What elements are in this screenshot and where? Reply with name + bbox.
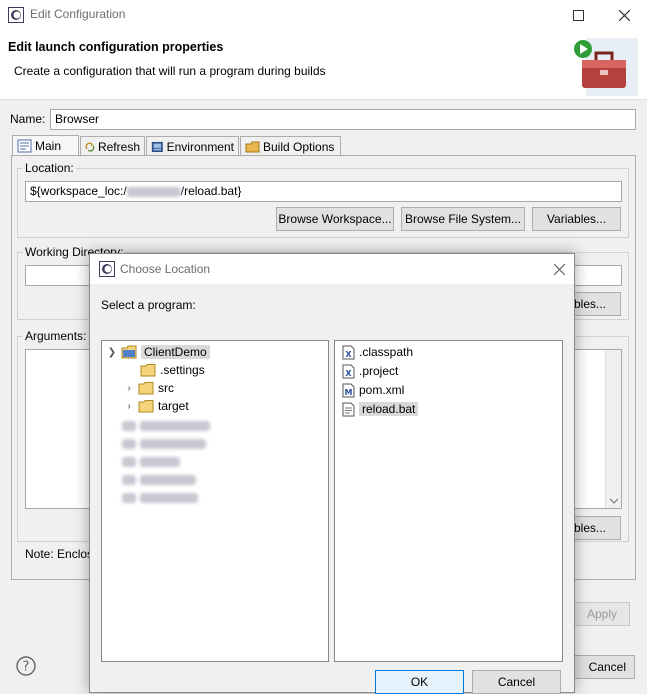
location-input[interactable]: ${workspace_loc:/ /reload.bat} bbox=[25, 181, 622, 202]
browse-file-system-button[interactable]: Browse File System... bbox=[401, 207, 525, 231]
window-titlebar: Edit Configuration bbox=[0, 0, 647, 30]
build-options-icon bbox=[245, 141, 260, 152]
file-item-label: .project bbox=[359, 364, 399, 378]
chevron-down-icon: ❯ bbox=[107, 346, 117, 358]
dialog-close-button[interactable] bbox=[550, 260, 568, 278]
name-input[interactable]: Browser bbox=[50, 109, 636, 130]
tree-item-settings[interactable]: .settings bbox=[140, 361, 205, 379]
redacted-tree-item bbox=[122, 417, 210, 435]
file-item-label: reload.bat bbox=[359, 402, 419, 416]
file-item-classpath[interactable]: X .classpath bbox=[342, 343, 413, 361]
tab-refresh[interactable]: Refresh bbox=[80, 136, 145, 156]
bat-file-icon bbox=[342, 402, 355, 416]
location-prefix: ${workspace_loc:/ bbox=[30, 184, 127, 198]
dialog-title: Choose Location bbox=[120, 262, 211, 276]
cancel-button[interactable]: Cancel bbox=[472, 670, 561, 694]
tree-item-src[interactable]: › src bbox=[124, 379, 174, 397]
redacted-tree-item bbox=[122, 471, 196, 489]
folder-icon bbox=[138, 399, 154, 412]
svg-text:X: X bbox=[345, 350, 352, 359]
tab-label: Refresh bbox=[97, 139, 140, 154]
arguments-scrollbar[interactable] bbox=[605, 350, 621, 508]
maximize-button[interactable] bbox=[569, 6, 587, 24]
tree-item-label: ClientDemo bbox=[141, 345, 210, 359]
tab-build-options[interactable]: Build Options bbox=[240, 136, 341, 156]
banner-title: Edit launch configuration properties bbox=[8, 40, 224, 54]
arguments-label: Arguments: bbox=[23, 329, 89, 343]
chevron-right-icon: › bbox=[127, 400, 131, 412]
close-button[interactable] bbox=[615, 6, 633, 24]
name-label: Name: bbox=[10, 112, 46, 126]
ok-button[interactable]: OK bbox=[375, 670, 464, 694]
variables-button[interactable]: Variables... bbox=[532, 207, 621, 231]
window-title: Edit Configuration bbox=[30, 7, 126, 21]
folder-icon bbox=[138, 381, 154, 394]
xml-file-icon: X bbox=[342, 345, 355, 359]
browse-workspace-button[interactable]: Browse Workspace... bbox=[276, 207, 394, 231]
redacted-tree-item bbox=[122, 489, 198, 507]
file-list[interactable]: X .classpath X .project M pom.xml reload… bbox=[334, 340, 563, 662]
maven-file-icon: M bbox=[342, 383, 355, 397]
location-suffix: /reload.bat} bbox=[180, 184, 242, 198]
project-folder-icon bbox=[121, 345, 137, 359]
file-item-label: pom.xml bbox=[359, 383, 405, 397]
note-text: Note: Enclos bbox=[25, 547, 94, 561]
svg-text:X: X bbox=[345, 369, 352, 378]
chevron-right-icon: › bbox=[127, 382, 131, 394]
tab-label: Build Options bbox=[263, 139, 335, 154]
tab-environment[interactable]: Environment bbox=[146, 136, 239, 156]
folder-icon bbox=[140, 363, 156, 376]
tree-item-label: target bbox=[158, 399, 189, 413]
chevron-down-icon bbox=[609, 498, 619, 504]
redacted-tree-item bbox=[122, 453, 180, 471]
file-item-label: .classpath bbox=[359, 345, 414, 359]
tree-item-label: .settings bbox=[160, 363, 205, 377]
dialog-prompt: Select a program: bbox=[101, 298, 196, 312]
choose-location-dialog: Choose Location Select a program: ❯ Clie… bbox=[89, 253, 575, 694]
tab-main[interactable]: Main bbox=[12, 135, 79, 156]
tree-item-target[interactable]: › target bbox=[124, 397, 189, 415]
location-label: Location: bbox=[23, 161, 76, 175]
header-banner: Edit launch configuration properties Cre… bbox=[0, 30, 647, 100]
main-tab-icon bbox=[17, 139, 32, 153]
file-item-reload-bat[interactable]: reload.bat bbox=[342, 400, 419, 418]
environment-icon bbox=[151, 141, 163, 152]
external-tools-banner-icon bbox=[574, 38, 638, 96]
close-icon bbox=[553, 263, 565, 275]
help-icon[interactable]: ? bbox=[16, 656, 36, 676]
maximize-icon bbox=[572, 9, 584, 21]
project-tree[interactable]: ❯ ClientDemo .settings › src › target bbox=[101, 340, 329, 662]
file-item-project[interactable]: X .project bbox=[342, 362, 398, 380]
tab-label: Main bbox=[35, 139, 62, 153]
redacted-tree-item bbox=[122, 435, 206, 453]
tab-label: Environment bbox=[166, 139, 234, 154]
tree-item-label: src bbox=[158, 381, 174, 395]
svg-text:?: ? bbox=[23, 660, 30, 675]
svg-text:M: M bbox=[345, 388, 353, 397]
file-item-pom[interactable]: M pom.xml bbox=[342, 381, 404, 399]
eclipse-app-icon bbox=[99, 261, 115, 277]
refresh-icon bbox=[85, 141, 95, 152]
redacted-project-name bbox=[126, 186, 181, 197]
dialog-titlebar: Choose Location bbox=[90, 254, 574, 284]
eclipse-app-icon bbox=[8, 7, 24, 23]
tree-item-clientdemo[interactable]: ❯ ClientDemo bbox=[107, 343, 210, 361]
close-icon bbox=[618, 9, 630, 21]
banner-subtitle: Create a configuration that will run a p… bbox=[14, 64, 326, 78]
xml-file-icon: X bbox=[342, 364, 355, 378]
